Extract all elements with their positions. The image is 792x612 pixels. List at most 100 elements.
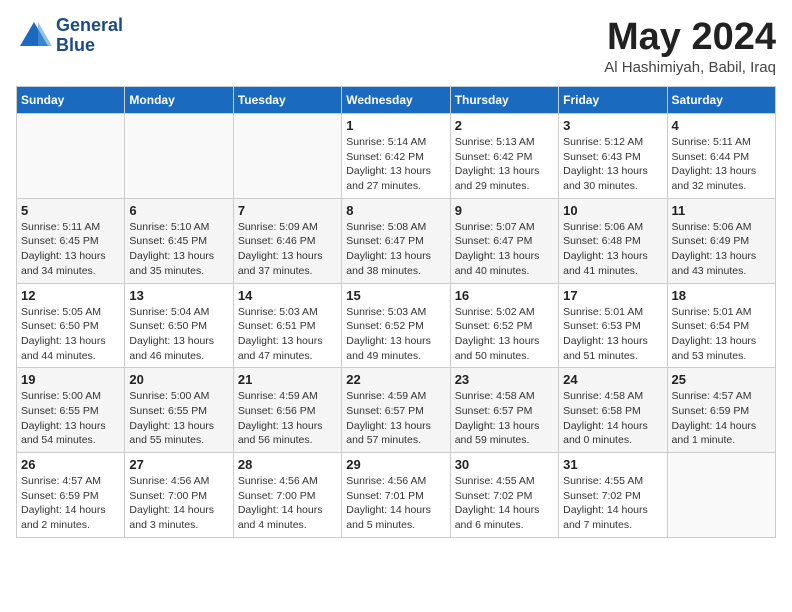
day-info: Sunrise: 4:57 AM Sunset: 6:59 PM Dayligh… [21, 474, 120, 533]
calendar-day-cell: 25 Sunrise: 4:57 AM Sunset: 6:59 PM Dayli… [667, 368, 775, 453]
day-info: Sunrise: 4:58 AM Sunset: 6:58 PM Dayligh… [563, 389, 662, 448]
day-number: 29 [346, 457, 445, 472]
day-number: 31 [563, 457, 662, 472]
header: General Blue May 2024 Al Hashimiyah, Bab… [16, 16, 776, 76]
calendar-day-cell: 14Sunrise: 5:03 AM Sunset: 6:51 PM Dayli… [233, 283, 341, 368]
calendar-day-cell: 10 Sunrise: 5:06 AM Sunset: 6:48 PM Dayli… [559, 198, 667, 283]
day-number: 12 [21, 288, 120, 303]
day-number: 23 [455, 372, 554, 387]
day-number: 30 [455, 457, 554, 472]
calendar-day-cell: 16Sunrise: 5:02 AM Sunset: 6:52 PM Dayli… [450, 283, 558, 368]
location-title: Al Hashimiyah, Babil, Iraq [604, 59, 776, 76]
logo-icon [16, 18, 52, 54]
weekday-header-cell: Monday [125, 87, 233, 114]
calendar-day-cell: 17 Sunrise: 5:01 AM Sunset: 6:53 PM Dayli… [559, 283, 667, 368]
day-number: 17 [563, 288, 662, 303]
calendar-day-cell: 30Sunrise: 4:55 AM Sunset: 7:02 PM Dayli… [450, 453, 558, 538]
day-number: 3 [563, 118, 662, 133]
day-info: Sunrise: 4:57 AM Sunset: 6:59 PM Dayligh… [672, 389, 771, 448]
calendar-week-row: 26 Sunrise: 4:57 AM Sunset: 6:59 PM Dayli… [17, 453, 776, 538]
day-info: Sunrise: 5:06 AM Sunset: 6:49 PM Dayligh… [672, 220, 771, 279]
day-number: 11 [672, 203, 771, 218]
day-number: 13 [129, 288, 228, 303]
day-info: Sunrise: 4:59 AM Sunset: 6:57 PM Dayligh… [346, 389, 445, 448]
day-info: Sunrise: 4:58 AM Sunset: 6:57 PM Dayligh… [455, 389, 554, 448]
weekday-header-row: SundayMondayTuesdayWednesdayThursdayFrid… [17, 87, 776, 114]
day-number: 15 [346, 288, 445, 303]
day-number: 26 [21, 457, 120, 472]
day-info: Sunrise: 5:13 AM Sunset: 6:42 PM Dayligh… [455, 135, 554, 194]
calendar: SundayMondayTuesdayWednesdayThursdayFrid… [16, 86, 776, 538]
day-info: Sunrise: 5:05 AM Sunset: 6:50 PM Dayligh… [21, 305, 120, 364]
day-info: Sunrise: 5:04 AM Sunset: 6:50 PM Dayligh… [129, 305, 228, 364]
day-number: 28 [238, 457, 337, 472]
calendar-day-cell [125, 114, 233, 199]
weekday-header-cell: Tuesday [233, 87, 341, 114]
calendar-day-cell: 12 Sunrise: 5:05 AM Sunset: 6:50 PM Dayli… [17, 283, 125, 368]
calendar-body: 1 Sunrise: 5:14 AM Sunset: 6:42 PM Daylig… [17, 114, 776, 538]
calendar-day-cell: 18 Sunrise: 5:01 AM Sunset: 6:54 PM Dayli… [667, 283, 775, 368]
day-number: 10 [563, 203, 662, 218]
day-info: Sunrise: 5:10 AM Sunset: 6:45 PM Dayligh… [129, 220, 228, 279]
day-number: 8 [346, 203, 445, 218]
logo-line1: General [56, 16, 123, 36]
calendar-day-cell: 11 Sunrise: 5:06 AM Sunset: 6:49 PM Dayli… [667, 198, 775, 283]
weekday-header-cell: Saturday [667, 87, 775, 114]
day-number: 25 [672, 372, 771, 387]
day-info: Sunrise: 5:06 AM Sunset: 6:48 PM Dayligh… [563, 220, 662, 279]
day-number: 2 [455, 118, 554, 133]
logo: General Blue [16, 16, 123, 56]
calendar-day-cell: 31Sunrise: 4:55 AM Sunset: 7:02 PM Dayli… [559, 453, 667, 538]
calendar-day-cell: 2 Sunrise: 5:13 AM Sunset: 6:42 PM Daylig… [450, 114, 558, 199]
calendar-day-cell: 29Sunrise: 4:56 AM Sunset: 7:01 PM Dayli… [342, 453, 450, 538]
calendar-day-cell: 23 Sunrise: 4:58 AM Sunset: 6:57 PM Dayli… [450, 368, 558, 453]
day-number: 4 [672, 118, 771, 133]
day-number: 27 [129, 457, 228, 472]
calendar-day-cell [233, 114, 341, 199]
calendar-day-cell: 20 Sunrise: 5:00 AM Sunset: 6:55 PM Dayli… [125, 368, 233, 453]
calendar-day-cell: 3Sunrise: 5:12 AM Sunset: 6:43 PM Daylig… [559, 114, 667, 199]
day-info: Sunrise: 5:11 AM Sunset: 6:45 PM Dayligh… [21, 220, 120, 279]
month-title: May 2024 [604, 16, 776, 59]
calendar-day-cell: 15 Sunrise: 5:03 AM Sunset: 6:52 PM Dayli… [342, 283, 450, 368]
calendar-day-cell: 8 Sunrise: 5:08 AM Sunset: 6:47 PM Daylig… [342, 198, 450, 283]
day-number: 21 [238, 372, 337, 387]
day-info: Sunrise: 5:08 AM Sunset: 6:47 PM Dayligh… [346, 220, 445, 279]
calendar-day-cell [667, 453, 775, 538]
day-number: 1 [346, 118, 445, 133]
day-info: Sunrise: 5:00 AM Sunset: 6:55 PM Dayligh… [129, 389, 228, 448]
day-info: Sunrise: 5:01 AM Sunset: 6:53 PM Dayligh… [563, 305, 662, 364]
calendar-week-row: 1 Sunrise: 5:14 AM Sunset: 6:42 PM Daylig… [17, 114, 776, 199]
calendar-day-cell: 6Sunrise: 5:10 AM Sunset: 6:45 PM Daylig… [125, 198, 233, 283]
calendar-day-cell: 5 Sunrise: 5:11 AM Sunset: 6:45 PM Daylig… [17, 198, 125, 283]
weekday-header-cell: Thursday [450, 87, 558, 114]
day-number: 7 [238, 203, 337, 218]
day-number: 19 [21, 372, 120, 387]
day-number: 5 [21, 203, 120, 218]
calendar-day-cell: 24Sunrise: 4:58 AM Sunset: 6:58 PM Dayli… [559, 368, 667, 453]
day-info: Sunrise: 4:56 AM Sunset: 7:00 PM Dayligh… [129, 474, 228, 533]
day-number: 20 [129, 372, 228, 387]
calendar-day-cell: 21Sunrise: 4:59 AM Sunset: 6:56 PM Dayli… [233, 368, 341, 453]
calendar-day-cell: 1 Sunrise: 5:14 AM Sunset: 6:42 PM Daylig… [342, 114, 450, 199]
day-info: Sunrise: 5:11 AM Sunset: 6:44 PM Dayligh… [672, 135, 771, 194]
day-info: Sunrise: 5:03 AM Sunset: 6:52 PM Dayligh… [346, 305, 445, 364]
calendar-day-cell: 19 Sunrise: 5:00 AM Sunset: 6:55 PM Dayli… [17, 368, 125, 453]
calendar-day-cell: 9Sunrise: 5:07 AM Sunset: 6:47 PM Daylig… [450, 198, 558, 283]
day-info: Sunrise: 5:14 AM Sunset: 6:42 PM Dayligh… [346, 135, 445, 194]
calendar-day-cell: 26 Sunrise: 4:57 AM Sunset: 6:59 PM Dayli… [17, 453, 125, 538]
day-number: 16 [455, 288, 554, 303]
calendar-day-cell: 4 Sunrise: 5:11 AM Sunset: 6:44 PM Daylig… [667, 114, 775, 199]
calendar-week-row: 5 Sunrise: 5:11 AM Sunset: 6:45 PM Daylig… [17, 198, 776, 283]
calendar-day-cell [17, 114, 125, 199]
day-number: 9 [455, 203, 554, 218]
day-info: Sunrise: 4:56 AM Sunset: 7:00 PM Dayligh… [238, 474, 337, 533]
weekday-header-cell: Wednesday [342, 87, 450, 114]
day-info: Sunrise: 5:03 AM Sunset: 6:51 PM Dayligh… [238, 305, 337, 364]
calendar-day-cell: 7Sunrise: 5:09 AM Sunset: 6:46 PM Daylig… [233, 198, 341, 283]
calendar-day-cell: 22Sunrise: 4:59 AM Sunset: 6:57 PM Dayli… [342, 368, 450, 453]
day-info: Sunrise: 5:01 AM Sunset: 6:54 PM Dayligh… [672, 305, 771, 364]
day-number: 18 [672, 288, 771, 303]
title-area: May 2024 Al Hashimiyah, Babil, Iraq [604, 16, 776, 76]
day-info: Sunrise: 5:00 AM Sunset: 6:55 PM Dayligh… [21, 389, 120, 448]
